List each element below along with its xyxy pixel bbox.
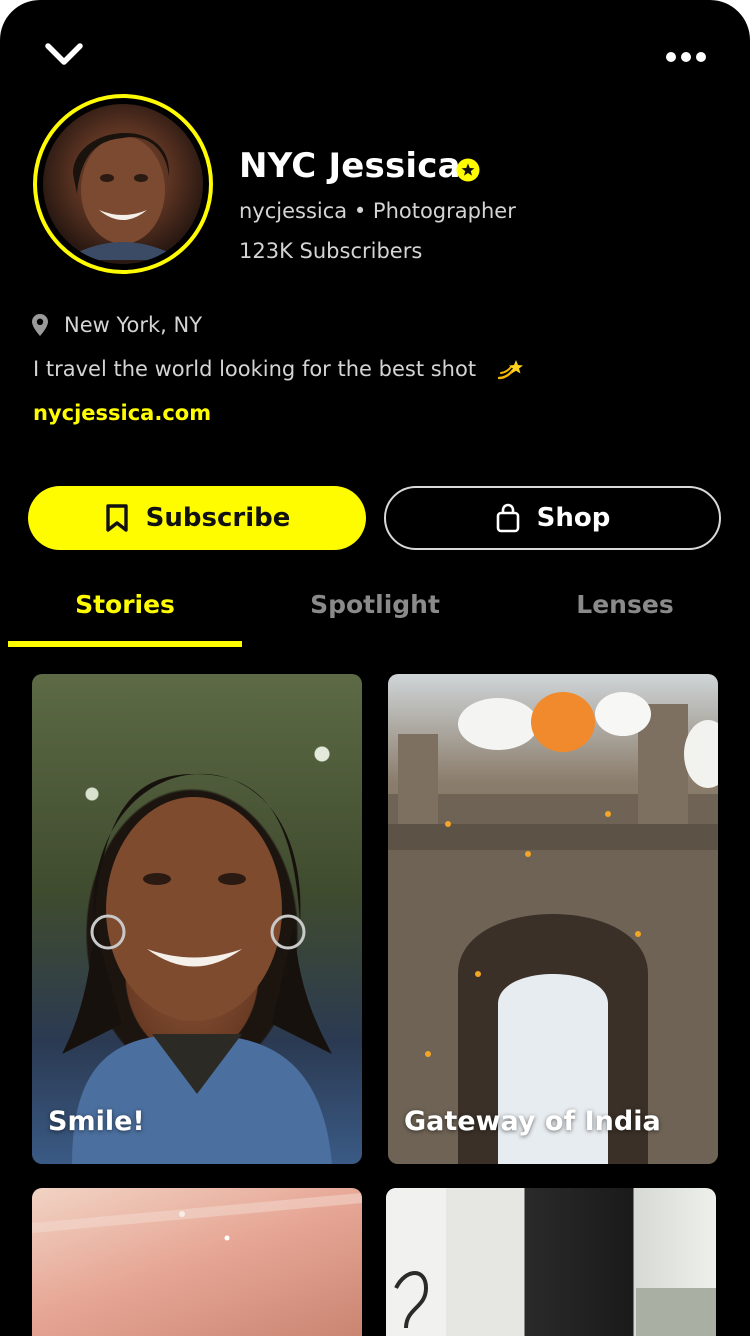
avatar-image <box>43 104 203 264</box>
star-badge-icon <box>456 158 480 182</box>
story-card-3[interactable] <box>32 1188 362 1336</box>
avatar[interactable] <box>33 94 213 274</box>
shop-button[interactable]: Shop <box>384 486 721 550</box>
more-horizontal-icon[interactable] <box>664 46 708 68</box>
story-title: Smile! <box>48 1106 145 1137</box>
story-thumbnail-monument <box>388 692 718 1164</box>
story-title: Gateway of India <box>404 1106 661 1137</box>
story-thumbnail-sky <box>32 1193 362 1241</box>
location-pin-icon <box>32 314 48 336</box>
story-card-4[interactable] <box>386 1188 716 1336</box>
subscribe-button-label: Subscribe <box>145 503 291 533</box>
subscriber-count: 123K Subscribers <box>239 239 423 263</box>
subscribe-button[interactable]: Subscribe <box>28 486 366 550</box>
bookmark-icon <box>105 504 128 532</box>
shop-button-label: Shop <box>536 503 611 533</box>
profile-screen: NYC Jessica nycjessica • Photographer 12… <box>0 0 750 1336</box>
chevron-down-icon[interactable] <box>44 40 84 70</box>
handle-and-category: nycjessica • Photographer <box>239 199 516 223</box>
tab-stories[interactable]: Stories <box>8 590 242 619</box>
shopping-bag-icon <box>496 503 519 533</box>
top-bar <box>0 0 750 100</box>
tab-spotlight[interactable]: Spotlight <box>258 590 492 619</box>
active-tab-indicator <box>8 641 242 647</box>
tab-lenses[interactable]: Lenses <box>508 590 742 619</box>
dizzy-star-emoji-icon <box>497 360 523 380</box>
profile-bio: I travel the world looking for the best … <box>33 357 477 381</box>
story-card-gateway-of-india[interactable]: Gateway of India <box>388 674 718 1164</box>
profile-location: New York, NY <box>64 313 203 337</box>
story-card-smile[interactable]: Smile! <box>32 674 362 1164</box>
story-thumbnail-window <box>386 1188 716 1336</box>
profile-website-link[interactable]: nycjessica.com <box>33 401 211 425</box>
profile-name: NYC Jessica <box>239 146 461 186</box>
story-thumbnail-portrait <box>62 773 332 1164</box>
